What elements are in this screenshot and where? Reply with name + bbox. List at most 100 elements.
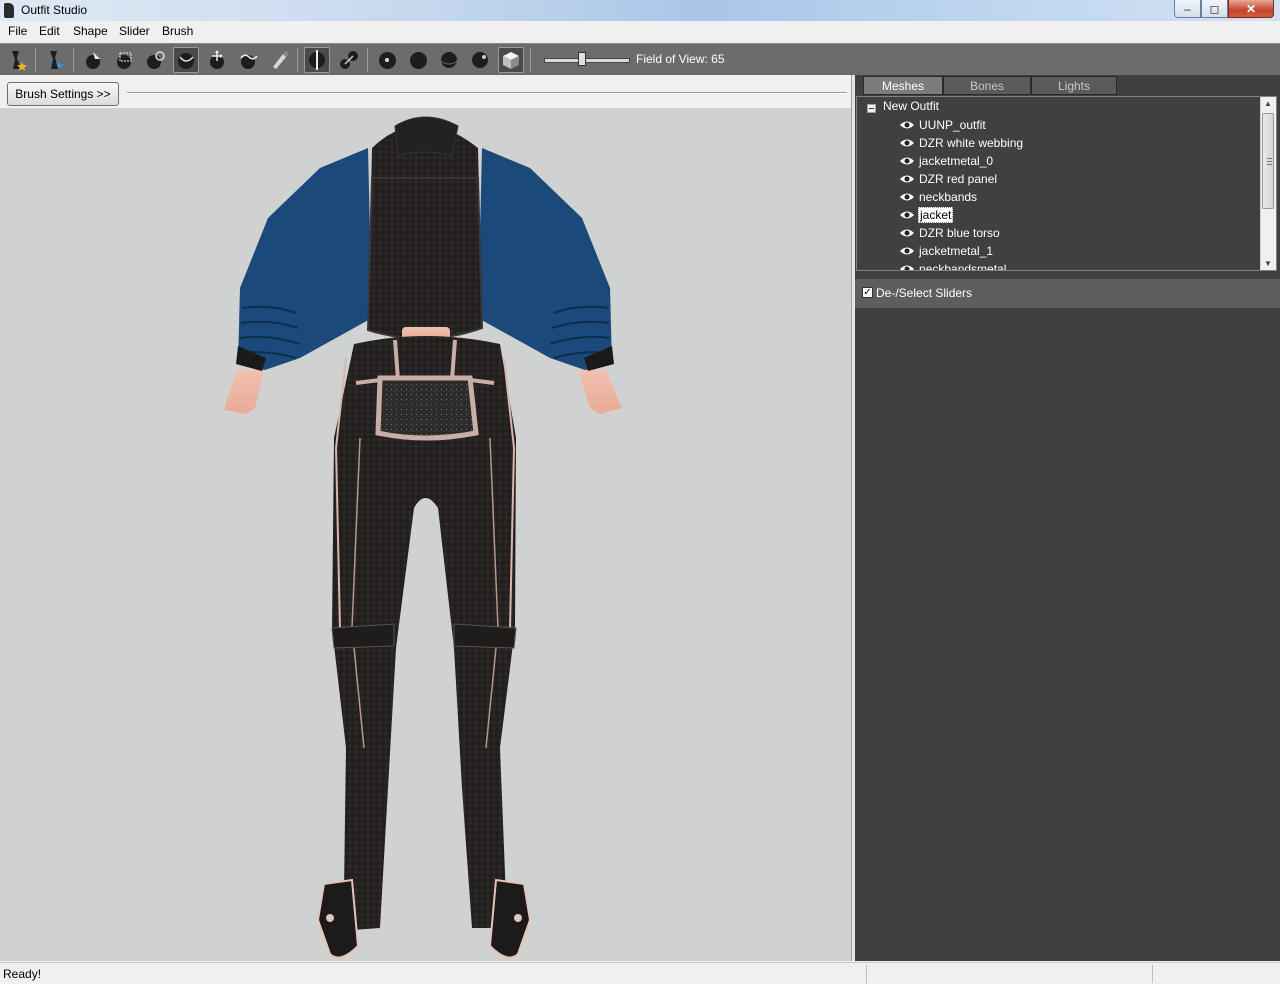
scroll-down-icon[interactable]: ▼ <box>1264 259 1272 268</box>
toolbar-separator <box>367 48 368 72</box>
maximize-icon: ◻ <box>1209 1 1220 16</box>
title-bar: Outfit Studio ‒ ◻ ✕ <box>0 0 1280 21</box>
toolbar: Field of View: 65 <box>0 43 1280 76</box>
mesh-label: jacketmetal_0 <box>919 154 994 168</box>
scroll-up-icon[interactable]: ▲ <box>1264 99 1272 108</box>
fov-slider-track[interactable] <box>544 58 630 63</box>
texture-view-icon <box>503 52 519 69</box>
list-item[interactable]: jacketmetal_1 <box>899 242 994 260</box>
connected-only-button[interactable] <box>336 47 362 73</box>
mirror-toggle-button[interactable] <box>304 47 330 73</box>
scroll-thumb[interactable] <box>1262 113 1274 209</box>
list-item[interactable]: DZR blue torso <box>899 224 1001 242</box>
close-icon: ✕ <box>1245 1 1257 16</box>
eye-icon[interactable] <box>899 120 915 130</box>
tab-bones[interactable]: Bones <box>943 76 1031 95</box>
wireframe-button[interactable] <box>436 47 462 73</box>
tree-scrollbar[interactable]: ▲ ▼ <box>1260 97 1276 270</box>
app-icon <box>4 3 14 18</box>
deflate-brush-button[interactable] <box>173 47 199 73</box>
vertex-view-icon <box>378 51 396 69</box>
list-item[interactable]: DZR red panel <box>899 170 998 188</box>
select-brush-button[interactable] <box>80 47 106 73</box>
menu-shape[interactable]: Shape <box>73 24 108 38</box>
eye-icon[interactable] <box>899 228 915 238</box>
lighting-button[interactable] <box>467 47 493 73</box>
window-title: Outfit Studio <box>21 3 88 17</box>
list-item[interactable]: UUNP_outfit <box>899 116 987 134</box>
move-brush-button[interactable] <box>204 47 230 73</box>
weight-brush-icon <box>273 51 289 69</box>
deselect-sliders-checkbox[interactable]: ✓ <box>862 287 873 298</box>
right-panel: Meshes Bones Lights New Outfit UUNP_outf… <box>855 75 1280 961</box>
close-button[interactable]: ✕ <box>1228 0 1274 18</box>
collapse-icon[interactable] <box>867 104 876 113</box>
toolbar-separator <box>530 48 531 72</box>
tab-meshes[interactable]: Meshes <box>863 76 943 95</box>
new-project-icon <box>12 51 27 71</box>
mesh-label: jacketmetal_1 <box>919 244 994 258</box>
lighting-icon <box>472 52 488 68</box>
tab-lights[interactable]: Lights <box>1031 76 1117 95</box>
slider-header: ✓ De-/Select Sliders <box>855 279 1280 308</box>
right-knee-band <box>453 623 517 649</box>
new-project-button[interactable] <box>4 47 30 73</box>
list-item[interactable]: neckbandsmetal <box>899 260 1007 271</box>
3d-viewport[interactable] <box>0 108 851 961</box>
vertex-view-button[interactable] <box>374 47 400 73</box>
eye-icon[interactable] <box>899 156 915 166</box>
list-item[interactable]: jacketmetal_0 <box>899 152 994 170</box>
eye-icon[interactable] <box>899 192 915 202</box>
status-text: Ready! <box>3 967 42 981</box>
mesh-label: neckbands <box>919 190 978 204</box>
wireframe-icon <box>440 52 458 68</box>
menu-file[interactable]: File <box>8 24 27 38</box>
mesh-label: DZR red panel <box>919 172 998 186</box>
left-panel: Brush Settings >> <box>0 75 852 961</box>
mesh-tree[interactable]: New Outfit UUNP_outfit DZR white webbing j… <box>856 96 1277 271</box>
inflate-brush-button[interactable] <box>142 47 168 73</box>
menu-slider[interactable]: Slider <box>119 24 150 38</box>
smooth-brush-button[interactable] <box>235 47 261 73</box>
mesh-label: DZR white webbing <box>919 136 1024 150</box>
eye-icon[interactable] <box>899 138 915 148</box>
maximize-button[interactable]: ◻ <box>1201 0 1228 18</box>
list-item[interactable]: neckbands <box>899 188 978 206</box>
left-shoe <box>316 878 360 959</box>
jacket-collar <box>394 116 459 157</box>
eye-icon[interactable] <box>899 246 915 256</box>
panel-tabs: Meshes Bones Lights <box>855 75 1280 96</box>
outfit-model <box>224 116 622 959</box>
minimize-button[interactable]: ‒ <box>1174 0 1201 18</box>
eye-icon[interactable] <box>899 264 915 271</box>
mask-brush-button[interactable] <box>111 47 137 73</box>
deselect-sliders-label[interactable]: De-/Select Sliders <box>876 286 972 300</box>
select-brush-icon <box>86 52 100 69</box>
brush-settings-button[interactable]: Brush Settings >> <box>7 82 119 106</box>
menu-edit[interactable]: Edit <box>39 24 60 38</box>
load-reference-icon <box>50 51 64 69</box>
deflate-brush-icon <box>178 53 194 69</box>
left-knee-band <box>331 623 395 649</box>
list-item[interactable]: DZR white webbing <box>899 134 1024 152</box>
smooth-brush-icon <box>240 54 258 69</box>
left-forearm <box>224 370 264 414</box>
status-bar: Ready! <box>0 962 1280 984</box>
toolbar-separator <box>35 48 36 72</box>
list-item[interactable]: jacket <box>899 206 954 224</box>
eye-icon[interactable] <box>899 210 915 220</box>
menu-brush[interactable]: Brush <box>162 24 193 38</box>
weight-brush-button[interactable] <box>266 47 292 73</box>
mesh-label: UUNP_outfit <box>919 118 986 132</box>
flat-shading-button[interactable] <box>405 47 431 73</box>
mask-brush-icon <box>117 52 132 69</box>
load-reference-button[interactable] <box>42 47 68 73</box>
texture-view-button[interactable] <box>498 47 524 73</box>
eye-icon[interactable] <box>899 174 915 184</box>
tree-root-label[interactable]: New Outfit <box>883 99 939 113</box>
inflate-brush-icon <box>147 51 165 69</box>
toolbar-separator <box>297 48 298 72</box>
mesh-label: jacket <box>918 207 954 223</box>
jacket-back <box>368 125 482 339</box>
fov-slider-thumb[interactable] <box>578 52 586 66</box>
